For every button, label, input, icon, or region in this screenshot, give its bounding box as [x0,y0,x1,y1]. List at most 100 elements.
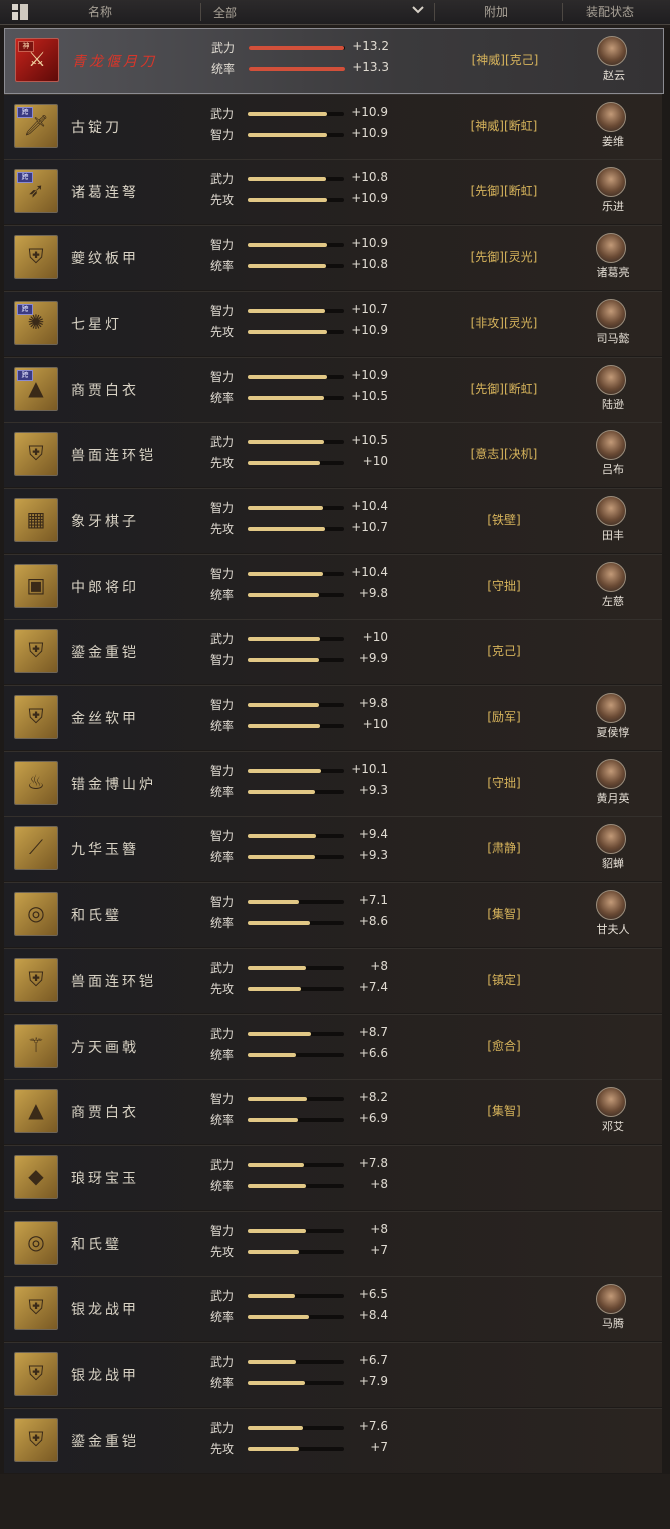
hero-avatar[interactable] [596,298,626,329]
hero-avatar[interactable] [596,364,626,395]
equipment-row[interactable]: ✺ 跨七星灯 智力 +10.7 先攻 +10.9 [非攻][灵光] 司马懿 [4,290,662,356]
hero-avatar[interactable] [596,693,626,723]
equipment-row[interactable]: ▣ 中郎将印 智力 +10.4 统率 +9.8 [守拙] 左慈 [4,553,662,619]
stat-value: +9.9 [358,651,388,666]
equipment-row[interactable]: ▦ 象牙棋子 智力 +10.4 先攻 +10.7 [铁壁] 田丰 [4,487,662,553]
column-name-header[interactable]: 名称 [88,4,112,20]
item-name: 兽面连环铠 [71,973,156,990]
blade-icon: ⚔ 神 [15,38,59,82]
extra-effects: [先御][灵光] [470,250,538,265]
stat-value: +7.9 [358,1374,388,1388]
stat-bar-fill [248,1249,299,1254]
item-name: 七星灯 [71,316,122,333]
hero-avatar[interactable] [596,1284,626,1315]
hero-avatar[interactable] [596,101,626,132]
extra-effects: [意志][决机] [470,447,538,462]
hero-name: 貂蝉 [602,857,624,871]
stat-bar-fill [248,1052,296,1057]
equipment-row[interactable]: ⛨ 兽面连环铠 武力 +10.5 先攻 +10 [意志][决机] 吕布 [4,422,662,488]
item-name: 和氏璧 [71,1236,122,1253]
stat-label: 武力 [210,435,235,450]
item-icon-glyph: ⛨ [28,441,44,466]
stat-bar [248,1294,344,1299]
stat-value: +6.7 [358,1353,388,1367]
stat-value: +10.8 [351,170,388,185]
hero-name: 左慈 [602,594,624,608]
equipment-row[interactable]: ⛨ 夔纹板甲 智力 +10.9 统率 +10.8 [先御][灵光] 诸葛亮 [4,225,662,291]
stat-bar-fill [248,986,301,991]
stat-value: +8 [370,1176,388,1191]
hero-avatar[interactable] [596,495,626,526]
hero-avatar[interactable] [596,824,626,855]
equipment-row[interactable]: ⚚ 方天画戟 武力 +8.7 统率 +6.6 [愈合] [4,1013,662,1079]
equipment-row[interactable]: ◎ 和氏璧 智力 +7.1 统率 +8.6 [集智] 甘夫人 [4,882,662,948]
equipment-row[interactable]: ⛨ 银龙战甲 武力 +6.5 统率 +8.4 马腾 [4,1276,662,1342]
equipment-row[interactable]: ⛨ 鎏金重铠 武力 +7.6 先攻 +7 [4,1407,662,1473]
hero-avatar[interactable] [596,758,626,789]
equipment-row[interactable]: ▲ 商贾白衣 智力 +8.2 统率 +6.9 [集智] 邓艾 [4,1079,662,1145]
stat-bar-fill [248,703,319,707]
equipment-row[interactable]: ⛨ 金丝软甲 智力 +9.8 统率 +10 [励军] 夏侯惇 [4,685,662,750]
equipment-row[interactable]: ⛨ 鎏金重铠 武力 +10 智力 +9.9 [克己] [4,619,662,685]
stat-bar [248,395,344,400]
hero-avatar[interactable] [596,1087,626,1118]
jade-disc-icon: ◎ [14,892,58,937]
stat-bar-fill [248,1294,295,1299]
extra-effects: [镇定] [487,972,521,987]
equipment-row[interactable]: ➶ 跨诸葛连弩 武力 +10.8 先攻 +10.9 [先御][断虹] 乐进 [4,159,662,225]
stat-value: +10.9 [351,367,388,382]
equipment-row[interactable]: ⟋ 九华玉簪 智力 +9.4 统率 +9.3 [肃静] 貂蝉 [4,816,662,882]
equipment-row[interactable]: ♨ 错金博山炉 智力 +10.1 统率 +9.3 [守拙] 黄月英 [4,750,662,816]
hero-name: 邓艾 [602,1120,624,1134]
stat-label: 智力 [210,127,235,142]
jade-disc-icon: ◎ [14,1220,58,1265]
hero-avatar[interactable] [596,561,626,592]
equipment-row[interactable]: ◎ 和氏璧 智力 +8 先攻 +7 [4,1210,662,1276]
stat-value: +7.6 [358,1418,388,1433]
stat-bar-fill [248,658,319,663]
stat-bar-fill [248,111,327,116]
stat-bar [248,1381,344,1385]
stat-value: +10.9 [351,125,388,140]
hero-name: 赵云 [603,69,625,82]
hero-avatar[interactable] [597,36,627,66]
stat-value: +10 [362,630,388,645]
hairpin-icon: ⟋ [14,826,58,871]
stat-bar-fill [248,264,326,269]
stat-value: +10.4 [351,564,388,579]
stat-value: +8.2 [358,1090,388,1105]
equipment-row[interactable]: ⚔ 神青龙偃月刀 武力 +13.2 统率 +13.3 [神威][克己] 赵云 [4,28,664,94]
filter-dropdown[interactable]: 全部 [205,2,433,22]
stat-value: +10.7 [351,301,388,316]
extra-effects: [愈合] [487,1038,521,1053]
menu-grid-icon[interactable] [12,4,28,20]
item-name: 兽面连环铠 [71,448,156,465]
stat-value: +10.4 [351,498,388,513]
item-icon-glyph: ◎ [27,901,45,926]
stat-bar [248,724,344,728]
stat-bar [248,637,344,642]
hero-avatar[interactable] [596,233,626,264]
equipment-row[interactable]: ◆ 琅玡宝玉 武力 +7.8 统率 +8 [4,1144,662,1210]
equipment-list[interactable]: ⚔ 神青龙偃月刀 武力 +13.2 统率 +13.3 [神威][克己] 赵云 🗡 跨古锭刀 武力 +1… [0,28,670,1474]
equipment-row[interactable]: ⛨ 兽面连环铠 武力 +8 先攻 +7.4 [镇定] [4,947,662,1013]
hero-avatar[interactable] [596,167,626,198]
equipment-row[interactable]: 🗡 跨古锭刀 武力 +10.9 智力 +10.9 [神威][断虹] 姜维 [4,93,662,159]
equipment-row[interactable]: ▲ 跨商贾白衣 智力 +10.9 统率 +10.5 [先御][断虹] 陆逊 [4,356,662,422]
stat-label: 统率 [210,1310,235,1325]
item-icon-glyph: ⛨ [28,244,44,269]
stat-bar [248,132,344,137]
censer-icon: ♨ [14,760,58,805]
stat-bar [248,921,344,926]
hero-avatar[interactable] [596,890,626,921]
item-name: 鎏金重铠 [71,645,139,662]
stat-label: 智力 [210,895,235,910]
hero-name: 夏侯惇 [596,726,630,739]
stat-label: 智力 [210,566,235,581]
extra-effects: [非攻][灵光] [470,315,538,330]
stat-bar [248,505,344,510]
item-tag-badge: 跨 [17,369,33,381]
hero-avatar[interactable] [596,430,626,461]
stat-label: 智力 [210,829,235,844]
equipment-row[interactable]: ⛨ 银龙战甲 武力 +6.7 统率 +7.9 [4,1342,662,1407]
